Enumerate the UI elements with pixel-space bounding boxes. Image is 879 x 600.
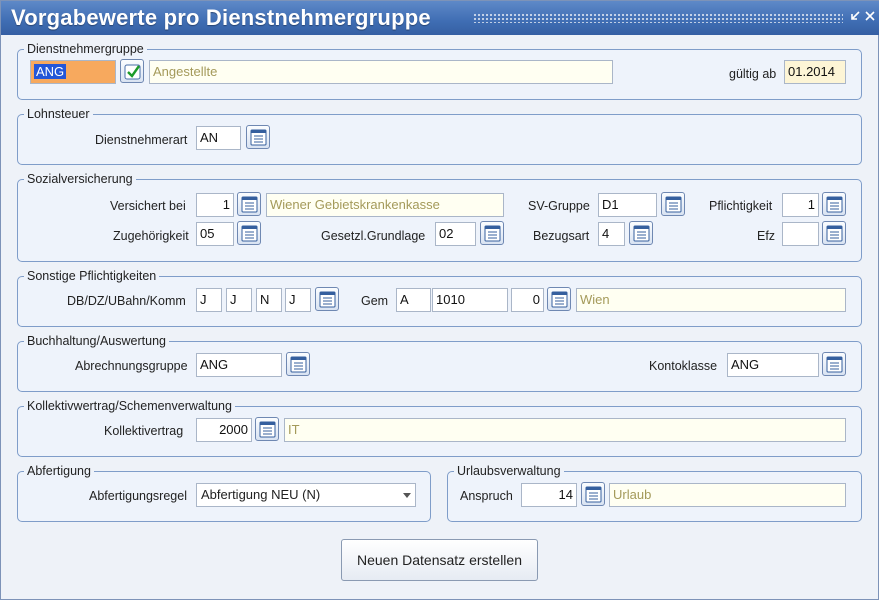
group-legend: Urlaubsverwaltung [457,464,561,478]
kontoklasse-lookup-button[interactable] [822,352,846,376]
abrechnungsgruppe-label: Abrechnungsgruppe [75,359,188,373]
group-legend: Sozialversicherung [27,172,133,186]
kollektivertrag-name-field: IT [284,418,846,442]
ubahn-input[interactable]: N [256,288,282,312]
sv-gruppe-label: SV-Gruppe [528,199,590,213]
versichert-bei-lookup-button[interactable] [237,192,261,216]
gem-land-input[interactable]: A [396,288,431,312]
pflichtigkeit-lookup-button[interactable] [822,192,846,216]
group-legend: Kollektivwertrag/Schemenverwaltung [27,399,232,413]
pflichtigkeit-label: Pflichtigkeit [709,199,773,213]
sv-gruppe-input[interactable]: D1 [598,193,657,217]
kontoklasse-input[interactable]: ANG [727,353,819,377]
gem-plz-input[interactable]: 1010 [432,288,508,312]
db-input[interactable]: J [196,288,222,312]
list-icon [484,225,501,242]
dienstnehmergruppe-name-field: Angestellte [149,60,613,84]
close-icon[interactable] [864,10,876,22]
bezugsart-input[interactable]: 4 [598,222,625,246]
dienstnehmerart-input[interactable]: AN [196,126,241,150]
list-icon [826,225,843,242]
kontoklasse-label: Kontoklasse [649,359,718,373]
group-legend: Sonstige Pflichtigkeiten [27,269,157,283]
bezugsart-lookup-button[interactable] [629,221,653,245]
gesetzl-grundlage-label: Gesetzl.Grundlage [321,229,426,243]
zugehoerigkeit-label: Zugehörigkeit [113,229,189,243]
dienstnehmergruppe-code-input[interactable]: ANG [30,60,116,84]
dz-input[interactable]: J [226,288,252,312]
title-grip [473,13,843,23]
list-icon [826,356,843,373]
efz-input[interactable] [782,222,819,246]
anspruch-name-field: Urlaub [609,483,846,507]
dialog-window: Vorgabewerte pro Dienstnehmergruppe Dien… [0,0,879,600]
zugehoerigkeit-input[interactable]: 05 [196,222,234,246]
efz-lookup-button[interactable] [822,221,846,245]
group-legend: Lohnsteuer [27,107,90,121]
list-icon [241,196,258,213]
versichert-bei-input[interactable]: 1 [196,193,234,217]
check-icon [124,64,141,80]
kollektivertrag-lookup-button[interactable] [255,417,279,441]
confirm-check-button[interactable] [120,59,144,83]
title-bar[interactable]: Vorgabewerte pro Dienstnehmergruppe [1,1,879,35]
list-icon [633,225,650,242]
gem-nr-input[interactable]: 0 [511,288,544,312]
pflichtigkeiten-lookup-button[interactable] [315,287,339,311]
abrechnungsgruppe-lookup-button[interactable] [286,352,310,376]
krankenkasse-name-field: Wiener Gebietskrankenkasse [266,193,504,217]
dienstnehmerart-lookup-button[interactable] [246,125,270,149]
bezugsart-label: Bezugsart [533,229,590,243]
gesetzl-grundlage-input[interactable]: 02 [435,222,476,246]
kollektivertrag-input[interactable]: 2000 [196,418,252,442]
list-icon [585,486,602,503]
abfertigungsregel-label: Abfertigungsregel [89,489,187,503]
gueltig-ab-label: gültig ab [729,67,777,81]
komm-input[interactable]: J [285,288,311,312]
group-legend: Abfertigung [27,464,91,478]
group-legend: Dienstnehmergruppe [27,42,144,56]
anspruch-lookup-button[interactable] [581,482,605,506]
list-icon [665,196,682,213]
list-icon [290,356,307,373]
list-icon [250,129,267,146]
gem-label: Gem [361,294,389,308]
gem-name-field: Wien [576,288,846,312]
gem-lookup-button[interactable] [547,287,571,311]
db-dz-ubahn-komm-label: DB/DZ/UBahn/Komm [67,294,186,308]
sv-gruppe-lookup-button[interactable] [661,192,685,216]
dienstnehmerart-label: Dienstnehmerart [95,133,188,147]
zugehoerigkeit-lookup-button[interactable] [237,221,261,245]
list-icon [319,291,336,308]
anspruch-input[interactable]: 14 [521,483,577,507]
list-icon [259,421,276,438]
list-icon [826,196,843,213]
kollektivertrag-label: Kollektivertrag [104,424,184,438]
group-legend: Buchhaltung/Auswertung [27,334,166,348]
pflichtigkeit-input[interactable]: 1 [782,193,819,217]
gueltig-ab-input[interactable]: 01.2014 [784,60,846,84]
abfertigungsregel-select[interactable]: Abfertigung NEU (N) [196,483,416,507]
list-icon [241,225,258,242]
list-icon [551,291,568,308]
gesetzl-grundlage-lookup-button[interactable] [480,221,504,245]
abfertigungsregel-value: Abfertigung NEU (N) [201,487,321,502]
anspruch-label: Anspruch [460,489,513,503]
window-title: Vorgabewerte pro Dienstnehmergruppe [11,5,431,30]
create-record-button[interactable]: Neuen Datensatz erstellen [341,539,538,581]
minimize-icon[interactable] [849,10,861,22]
chevron-down-icon [403,493,411,498]
group-sozialversicherung: Sozialversicherung [17,172,862,262]
abrechnungsgruppe-input[interactable]: ANG [196,353,282,377]
versichert-bei-label: Versichert bei [110,199,186,213]
efz-label: Efz [757,229,776,243]
